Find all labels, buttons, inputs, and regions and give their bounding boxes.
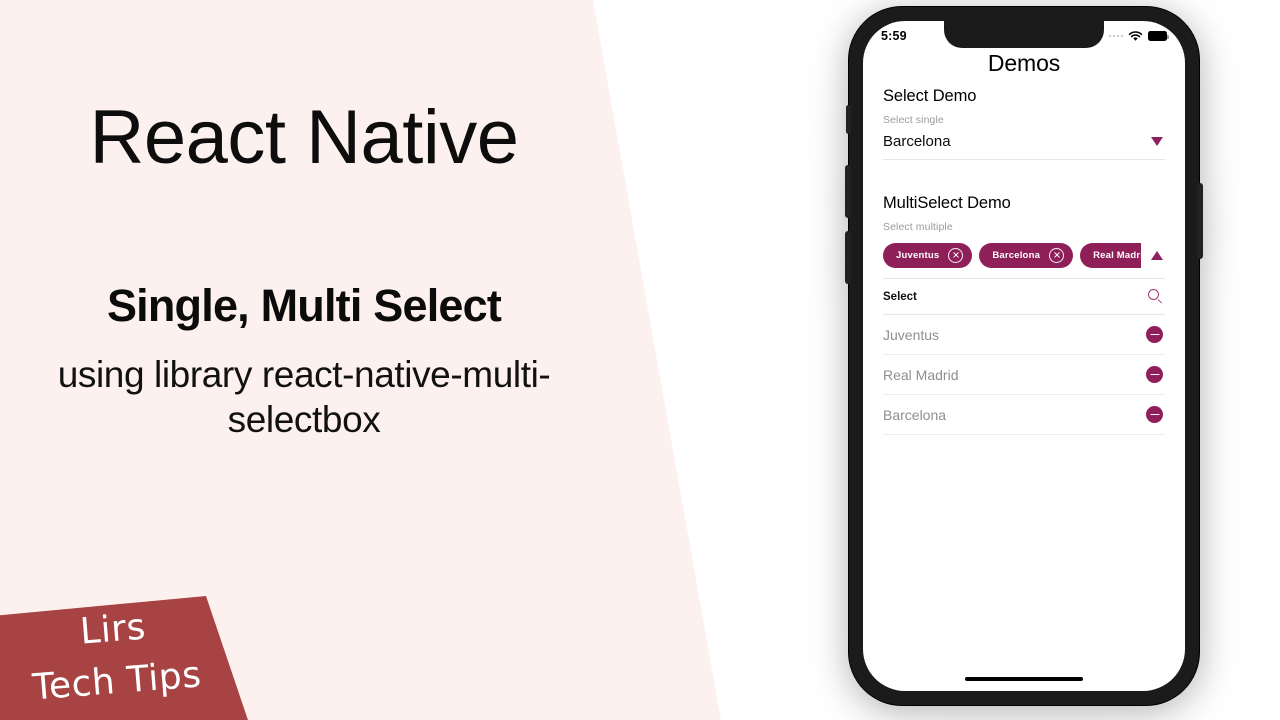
- slide-canvas: React Native Single, Multi Select using …: [0, 0, 1280, 720]
- status-bar: 5:59: [863, 21, 1185, 51]
- chip-label: Barcelona: [992, 249, 1041, 261]
- wifi-icon: [1128, 30, 1143, 41]
- multi-select-search-row[interactable]: Select: [883, 278, 1165, 315]
- chip-item[interactable]: Juventus: [883, 242, 973, 268]
- subtitle-bold: Single, Multi Select: [106, 280, 502, 331]
- single-select-label: Select single: [883, 114, 944, 126]
- close-circle-icon[interactable]: [1049, 247, 1065, 263]
- signal-dots-icon: [1108, 34, 1123, 38]
- chip-item[interactable]: Barcelona: [979, 242, 1074, 268]
- chip-label: Juventus: [896, 249, 940, 261]
- single-select-value: Barcelona: [883, 133, 951, 150]
- subtitle-light: using library react-native-multi-selectb…: [57, 354, 551, 441]
- volume-up-button[interactable]: [845, 165, 851, 218]
- list-item[interactable]: Real Madrid: [883, 355, 1165, 395]
- single-select-field[interactable]: Barcelona: [883, 133, 1165, 160]
- status-indicators: [1108, 30, 1169, 42]
- search-icon[interactable]: [1148, 289, 1163, 304]
- battery-icon: [1148, 31, 1169, 41]
- multi-select-label: Select multiple: [883, 221, 953, 233]
- selected-chips-row: Juventus Barcelona Real Madrid: [883, 240, 1165, 270]
- channel-logo-text: Lirs Tech Tips: [0, 596, 234, 717]
- chevron-down-icon[interactable]: [1151, 137, 1163, 146]
- status-time: 5:59: [881, 29, 907, 43]
- multi-select-heading: MultiSelect Demo: [883, 194, 1011, 212]
- power-button[interactable]: [1197, 183, 1203, 259]
- volume-down-button[interactable]: [845, 231, 851, 284]
- chevron-up-icon[interactable]: [1151, 250, 1163, 260]
- single-select-section: Select Demo Select single Barcelona: [883, 87, 1165, 160]
- option-label: Barcelona: [883, 406, 947, 423]
- chips-scroller[interactable]: Juventus Barcelona Real Madrid: [883, 242, 1141, 268]
- minus-circle-icon[interactable]: [1146, 406, 1163, 423]
- home-indicator[interactable]: [965, 677, 1083, 681]
- page-title: React Native: [89, 95, 519, 180]
- option-label: Juventus: [883, 326, 940, 343]
- minus-circle-icon[interactable]: [1146, 366, 1163, 383]
- chip-label: Real Madrid: [1093, 249, 1141, 261]
- list-item[interactable]: Barcelona: [883, 395, 1165, 435]
- nav-title: Demos: [987, 50, 1061, 76]
- app-content: Select Demo Select single Barcelona Mult…: [863, 87, 1185, 435]
- search-input[interactable]: Select: [883, 291, 917, 303]
- single-select-heading: Select Demo: [883, 87, 977, 105]
- phone-screen: 5:59 Demos Select Demo Select single Bar…: [863, 21, 1185, 691]
- phone-frame: 5:59 Demos Select Demo Select single Bar…: [845, 6, 1203, 706]
- phone-mockup: 5:59 Demos Select Demo Select single Bar…: [845, 6, 1203, 706]
- minus-circle-icon[interactable]: [1146, 326, 1163, 343]
- silent-switch-button[interactable]: [846, 105, 851, 134]
- chip-item[interactable]: Real Madrid: [1080, 242, 1141, 268]
- list-item[interactable]: Juventus: [883, 315, 1165, 355]
- option-label: Real Madrid: [883, 366, 959, 383]
- option-list: Juventus Real Madrid Barcelona: [883, 315, 1165, 435]
- multi-select-section: MultiSelect Demo Select multiple Juventu…: [883, 194, 1165, 435]
- close-circle-icon[interactable]: [948, 247, 964, 263]
